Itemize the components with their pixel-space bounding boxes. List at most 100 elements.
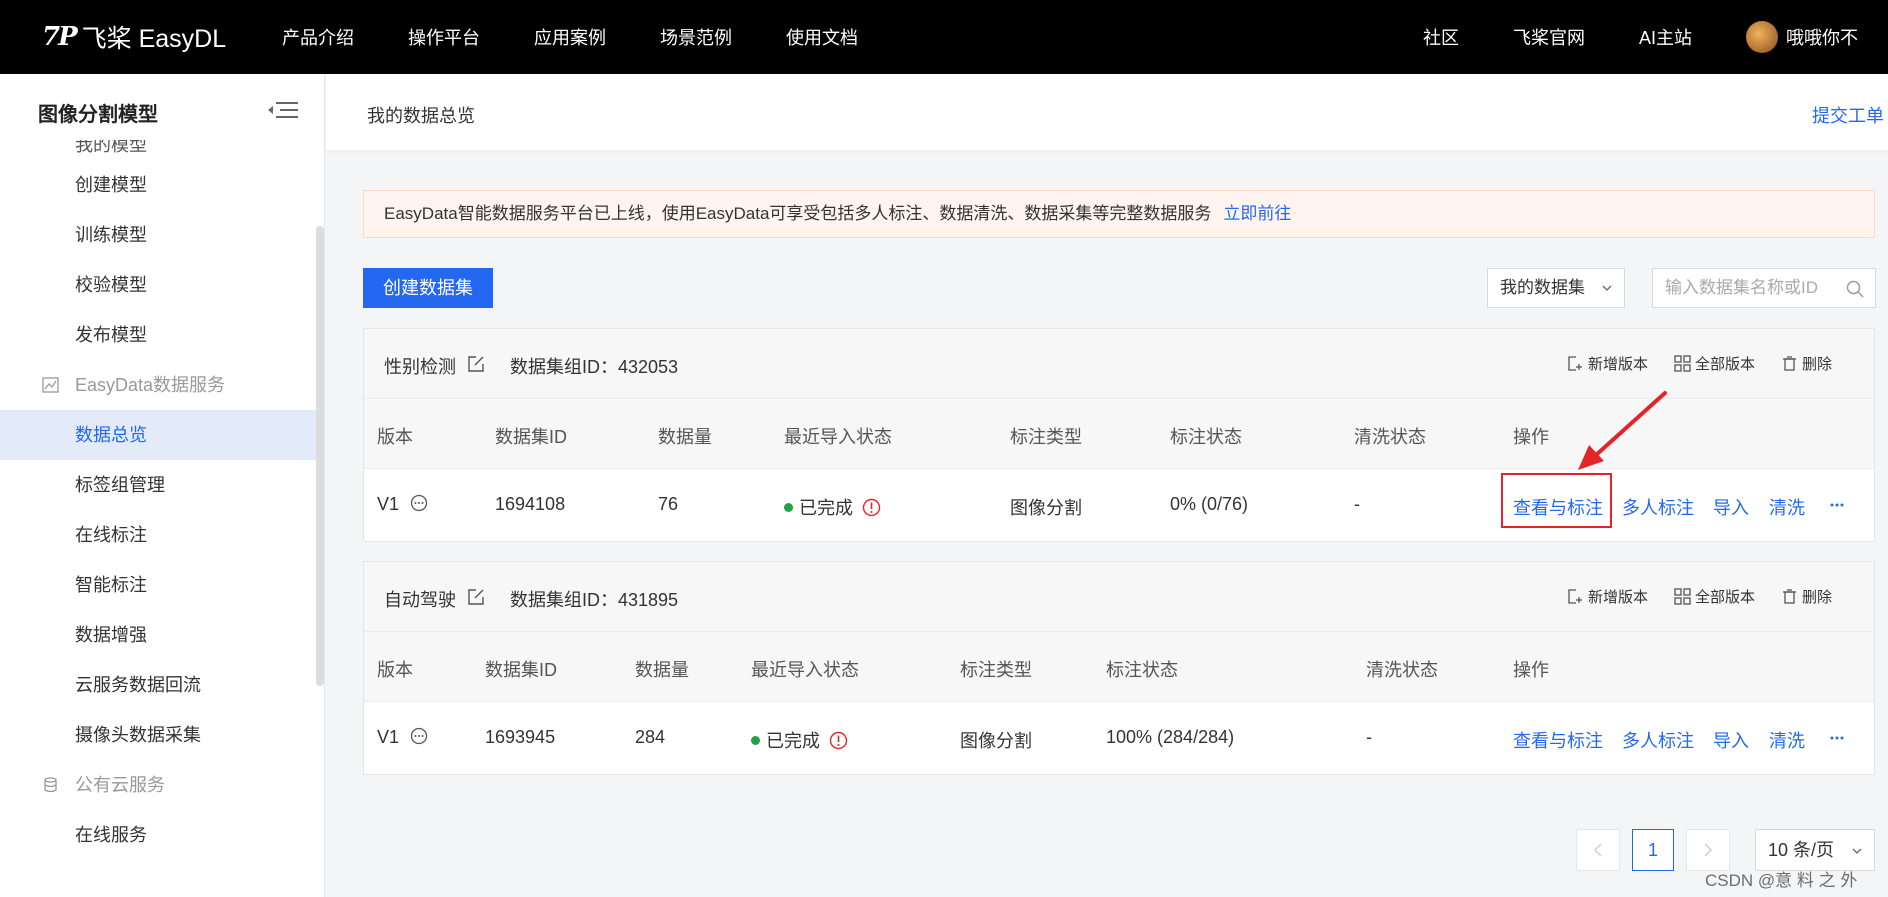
chevron-right-icon — [1704, 843, 1712, 857]
add-version-button[interactable]: 新增版本 — [1567, 586, 1648, 607]
sidebar-item-camera-collect[interactable]: 摄像头数据采集 — [0, 710, 318, 760]
sidebar-group-label: EasyData数据服务 — [75, 375, 226, 395]
notice-go-link[interactable]: 立即前往 — [1223, 204, 1291, 223]
sidebar-item-train-model[interactable]: 训练模型 — [0, 210, 318, 260]
sidebar-item-publish-model[interactable]: 发布模型 — [0, 310, 318, 360]
add-version-icon — [1568, 589, 1582, 604]
nav-right: 社区 飞桨官网 AI主站 哦哦你不 — [1369, 0, 1858, 74]
nav-docs[interactable]: 使用文档 — [786, 24, 858, 50]
sidebar-item-data-overview[interactable]: 数据总览 — [0, 410, 318, 460]
clean-status-cell: - — [1366, 727, 1372, 747]
warning-icon[interactable] — [862, 498, 881, 517]
sidebar-item-my-models[interactable]: 我的模型 — [0, 140, 318, 160]
collapse-menu-icon[interactable] — [268, 100, 298, 120]
sidebar-item-cloud-return[interactable]: 云服务数据回流 — [0, 660, 318, 710]
all-versions-button[interactable]: 全部版本 — [1674, 353, 1755, 374]
delete-dataset-button[interactable]: 删除 — [1781, 353, 1832, 374]
sidebar: 图像分割模型 我的模型 创建模型 训练模型 校验模型 发布模型 EasyData… — [0, 74, 325, 897]
warning-icon[interactable] — [829, 731, 848, 750]
label-type-cell: 图像分割 — [1010, 498, 1082, 518]
trash-icon — [1782, 356, 1796, 371]
logo[interactable]: 7P 飞桨 EasyDL — [42, 19, 242, 55]
clean-button[interactable]: 清洗 — [1769, 494, 1805, 520]
col-version: 版本 — [377, 427, 413, 447]
clean-button[interactable]: 清洗 — [1769, 727, 1805, 753]
chevron-down-icon — [1602, 285, 1612, 291]
dataset-card: 自动驾驶 数据集组ID：431895 新增版本 全部版本 删除 版本 数据集ID… — [363, 561, 1875, 775]
nav-product[interactable]: 产品介绍 — [282, 24, 354, 50]
col-clean-status: 清洗状态 — [1354, 427, 1426, 447]
username[interactable]: 哦哦你不 — [1786, 24, 1858, 50]
dataset-header: 性别检测 数据集组ID：432053 新增版本 全部版本 删除 — [364, 329, 1874, 399]
all-versions-button[interactable]: 全部版本 — [1674, 586, 1755, 607]
dataset-actions: 新增版本 全部版本 删除 — [1541, 586, 1832, 607]
delete-dataset-button[interactable]: 删除 — [1781, 586, 1832, 607]
logo-text: 飞桨 EasyDL — [81, 25, 227, 53]
sidebar-item-create-model[interactable]: 创建模型 — [0, 160, 318, 210]
add-version-icon — [1568, 356, 1582, 371]
import-button[interactable]: 导入 — [1713, 727, 1749, 753]
col-import-status: 最近导入状态 — [784, 427, 892, 447]
col-import-status: 最近导入状态 — [751, 660, 859, 680]
label-status-cell: 0% (0/76) — [1170, 494, 1249, 514]
col-label-type: 标注类型 — [960, 660, 1032, 680]
label-type-cell: 图像分割 — [960, 731, 1032, 751]
search-input[interactable] — [1653, 269, 1833, 307]
import-status-cell: 已完成 — [751, 727, 848, 753]
watermark: CSDN @意 料 之 外 — [1705, 871, 1858, 890]
highlight-box — [1501, 473, 1612, 528]
nav-platform[interactable]: 操作平台 — [408, 24, 480, 50]
avatar[interactable] — [1746, 21, 1778, 53]
page-size-select[interactable]: 10 条/页 — [1755, 829, 1875, 871]
import-button[interactable]: 导入 — [1713, 494, 1749, 520]
dataset-filter-value: 我的数据集 — [1500, 278, 1585, 297]
chevron-left-icon — [1594, 843, 1602, 857]
sidebar-item-validate-model[interactable]: 校验模型 — [0, 260, 318, 310]
grid-icon — [1674, 588, 1691, 605]
nav-community[interactable]: 社区 — [1423, 24, 1459, 50]
submit-ticket-link[interactable]: 提交工单 — [1812, 102, 1884, 128]
page-number[interactable]: 1 — [1632, 829, 1674, 871]
table-header: 版本 数据集ID 数据量 最近导入状态 标注类型 标注状态 清洗状态 操作 — [364, 632, 1874, 702]
more-circle-icon[interactable] — [410, 727, 428, 745]
search-icon[interactable] — [1845, 279, 1865, 299]
sidebar-item-label-groups[interactable]: 标签组管理 — [0, 460, 318, 510]
edit-icon[interactable] — [467, 355, 485, 373]
more-options-icon[interactable] — [1830, 736, 1844, 740]
nav-ai-main[interactable]: AI主站 — [1639, 24, 1692, 50]
sidebar-item-smart-labeling[interactable]: 智能标注 — [0, 560, 318, 610]
create-dataset-button[interactable]: 创建数据集 — [363, 268, 493, 308]
view-label-button[interactable]: 查看与标注 — [1513, 727, 1603, 753]
count-cell: 284 — [635, 727, 666, 747]
sidebar-group-easydata: EasyData数据服务 — [0, 360, 318, 410]
dataset-name: 性别检测 — [384, 357, 456, 377]
table-row: V1 1693945 284 已完成 图像分割 100% (284/284) -… — [364, 702, 1874, 774]
version-cell: V1 — [377, 494, 428, 515]
more-options-icon[interactable] — [1830, 503, 1844, 507]
col-operations: 操作 — [1513, 660, 1549, 680]
paddle-logo-icon: 7P — [42, 22, 78, 52]
import-status-cell: 已完成 — [784, 494, 881, 520]
nav-cases[interactable]: 应用案例 — [534, 24, 606, 50]
next-page-button[interactable] — [1686, 829, 1730, 871]
col-dataset-id: 数据集ID — [485, 660, 557, 680]
add-version-button[interactable]: 新增版本 — [1567, 353, 1648, 374]
sidebar-item-online-service[interactable]: 在线服务 — [0, 810, 318, 860]
nav-paddle-site[interactable]: 飞桨官网 — [1513, 24, 1585, 50]
nav-scenes[interactable]: 场景范例 — [660, 24, 732, 50]
dataset-actions: 新增版本 全部版本 删除 — [1541, 353, 1832, 374]
page-title: 我的数据总览 — [367, 106, 475, 126]
version-cell: V1 — [377, 727, 428, 748]
prev-page-button[interactable] — [1576, 829, 1620, 871]
more-circle-icon[interactable] — [410, 494, 428, 512]
sidebar-scrollbar[interactable] — [316, 226, 324, 686]
col-label-status: 标注状态 — [1170, 427, 1242, 447]
edit-icon[interactable] — [467, 588, 485, 606]
multi-label-button[interactable]: 多人标注 — [1622, 494, 1694, 520]
multi-label-button[interactable]: 多人标注 — [1622, 727, 1694, 753]
dataset-card: 性别检测 数据集组ID：432053 新增版本 全部版本 删除 版本 数据集ID… — [363, 328, 1875, 542]
sidebar-item-online-labeling[interactable]: 在线标注 — [0, 510, 318, 560]
dataset-name: 自动驾驶 — [384, 590, 456, 610]
sidebar-item-data-augment[interactable]: 数据增强 — [0, 610, 318, 660]
dataset-filter-select[interactable]: 我的数据集 — [1487, 268, 1625, 308]
